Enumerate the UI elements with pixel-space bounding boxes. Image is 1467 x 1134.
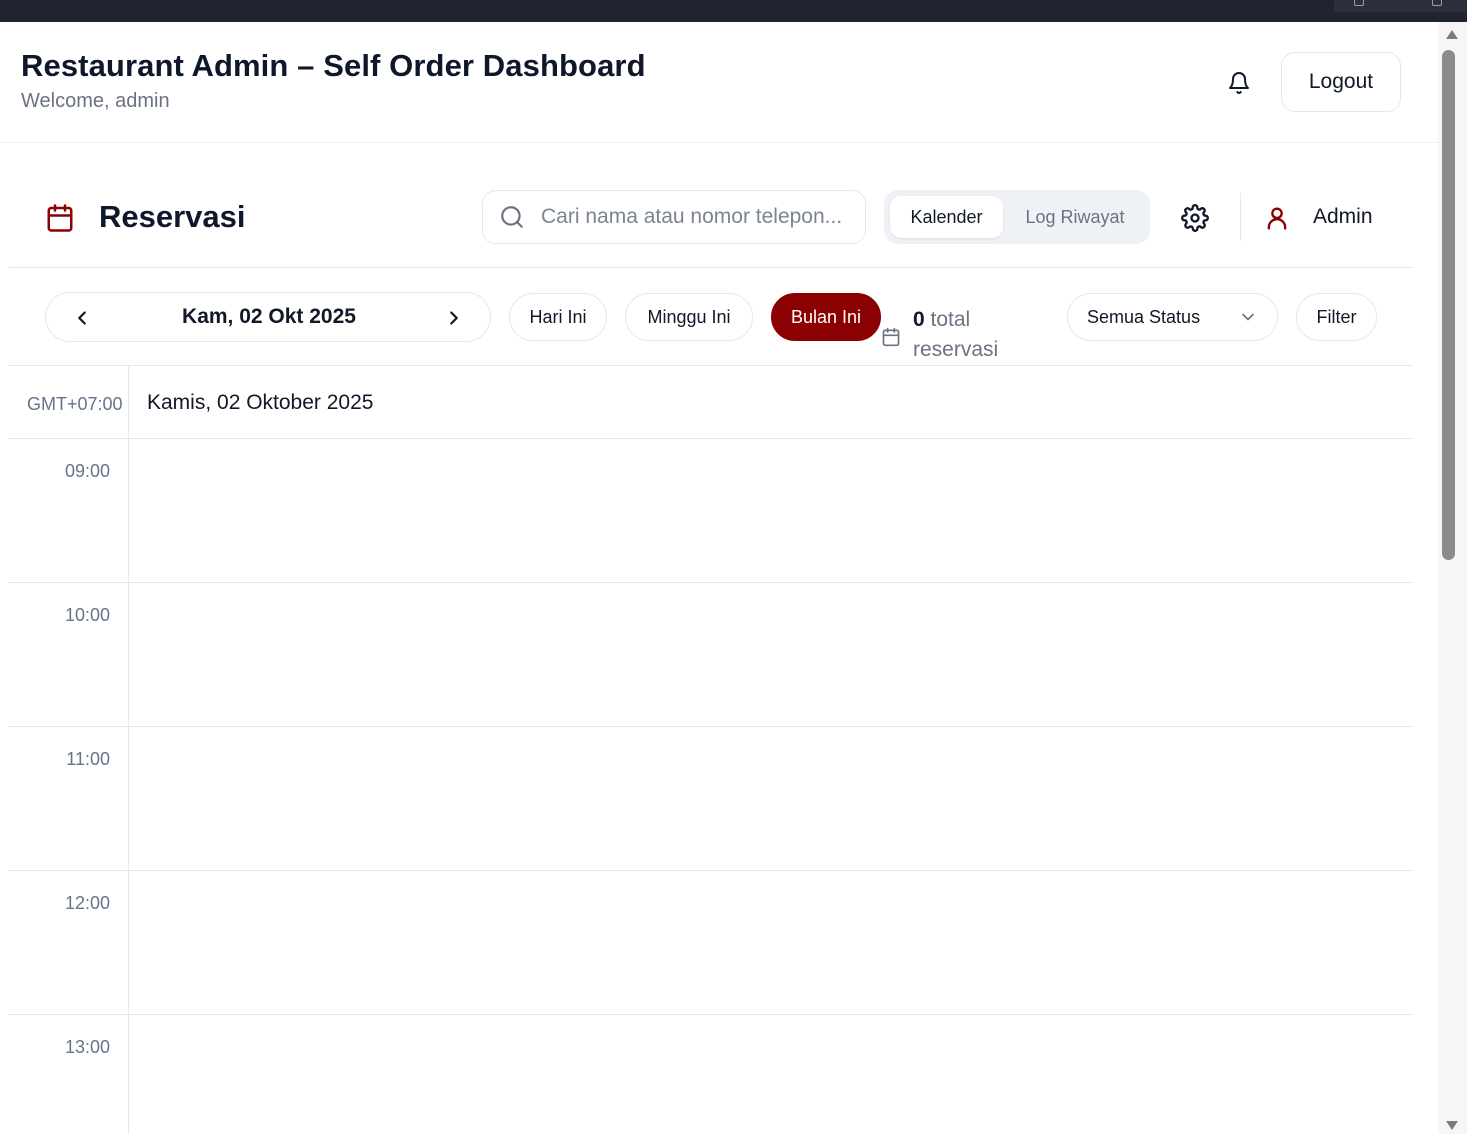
- app-title: Restaurant Admin – Self Order Dashboard: [21, 48, 646, 83]
- hour-row: 10:00: [9, 583, 1413, 727]
- filter-button[interactable]: Filter: [1296, 293, 1377, 341]
- page: Restaurant Admin – Self Order Dashboard …: [0, 22, 1438, 1134]
- reservation-toolbar: Reservasi Kalender Log Riwayat: [9, 143, 1413, 268]
- divider: [1240, 193, 1241, 241]
- hour-label: 10:00: [64, 605, 110, 625]
- hour-label: 13:00: [64, 1037, 110, 1057]
- date-navigator: Kam, 02 Okt 2025: [45, 292, 491, 342]
- time-column-divider: [128, 366, 129, 1134]
- window-icon[interactable]: [1432, 0, 1442, 6]
- page-title: Reservasi: [99, 199, 246, 234]
- hour-label: 11:00: [66, 749, 110, 769]
- app-header: Restaurant Admin – Self Order Dashboard …: [0, 22, 1438, 143]
- total-reservations: 0 total reservasi: [913, 305, 1043, 365]
- timezone-label: GMT+07:00: [27, 394, 123, 414]
- chevron-right-icon[interactable]: [440, 304, 468, 332]
- calendar-icon: [45, 203, 75, 233]
- current-date-label[interactable]: Kam, 02 Okt 2025: [106, 305, 432, 329]
- time-slot[interactable]: [129, 727, 1413, 871]
- hour-row: 09:00: [9, 439, 1413, 583]
- welcome-text: Welcome, admin: [21, 90, 170, 112]
- status-select-value: Semua Status: [1087, 307, 1201, 327]
- calendar-header: GMT+07:00 Kamis, 02 Oktober 2025: [9, 366, 1413, 439]
- window-controls: [1334, 0, 1467, 12]
- total-text: total reservasi: [913, 308, 999, 361]
- chevron-left-icon[interactable]: [68, 304, 96, 332]
- tab-kalender[interactable]: Kalender: [890, 196, 1003, 238]
- time-slot[interactable]: [129, 871, 1413, 1015]
- page-scrollbar[interactable]: [1438, 22, 1467, 1134]
- minggu-ini-button[interactable]: Minggu Ini: [625, 293, 753, 341]
- search-box: [482, 190, 866, 244]
- user-icon[interactable]: [1263, 204, 1291, 232]
- total-count: 0: [913, 308, 925, 331]
- browser-top-strip: [0, 0, 1467, 22]
- scrollbar-thumb[interactable]: [1442, 50, 1455, 560]
- bulan-ini-button[interactable]: Bulan Ini: [771, 293, 881, 341]
- time-slot[interactable]: [129, 439, 1413, 583]
- hour-row: 13:00: [9, 1015, 1413, 1134]
- settings-gear-icon[interactable]: [1181, 204, 1209, 232]
- hour-label: 09:00: [64, 461, 110, 481]
- day-heading: Kamis, 02 Oktober 2025: [147, 391, 374, 414]
- search-input[interactable]: [541, 205, 861, 229]
- search-icon: [499, 204, 525, 230]
- day-calendar: GMT+07:00 Kamis, 02 Oktober 2025 09:00 1…: [9, 366, 1413, 1134]
- window-icon[interactable]: [1354, 0, 1364, 6]
- scroll-up-arrow-icon[interactable]: [1446, 30, 1458, 39]
- hari-ini-button[interactable]: Hari Ini: [509, 293, 607, 341]
- view-switcher: Kalender Log Riwayat: [884, 190, 1150, 244]
- hour-label: 12:00: [64, 893, 110, 913]
- notification-bell-icon[interactable]: [1224, 68, 1254, 98]
- scroll-down-arrow-icon[interactable]: [1446, 1121, 1458, 1130]
- chevron-down-icon: [1238, 307, 1258, 327]
- tab-log-riwayat[interactable]: Log Riwayat: [1008, 196, 1142, 238]
- hour-row: 12:00: [9, 871, 1413, 1015]
- calendar-controls: Kam, 02 Okt 2025 Hari Ini Minggu Ini Bul…: [9, 269, 1413, 366]
- status-select[interactable]: Semua Status: [1067, 293, 1278, 341]
- logout-button[interactable]: Logout: [1281, 52, 1401, 112]
- calendar-small-icon: [881, 327, 901, 347]
- time-slot[interactable]: [129, 583, 1413, 727]
- hour-row: 11:00: [9, 727, 1413, 871]
- time-slot[interactable]: [129, 1015, 1413, 1134]
- user-name[interactable]: Admin: [1313, 205, 1373, 229]
